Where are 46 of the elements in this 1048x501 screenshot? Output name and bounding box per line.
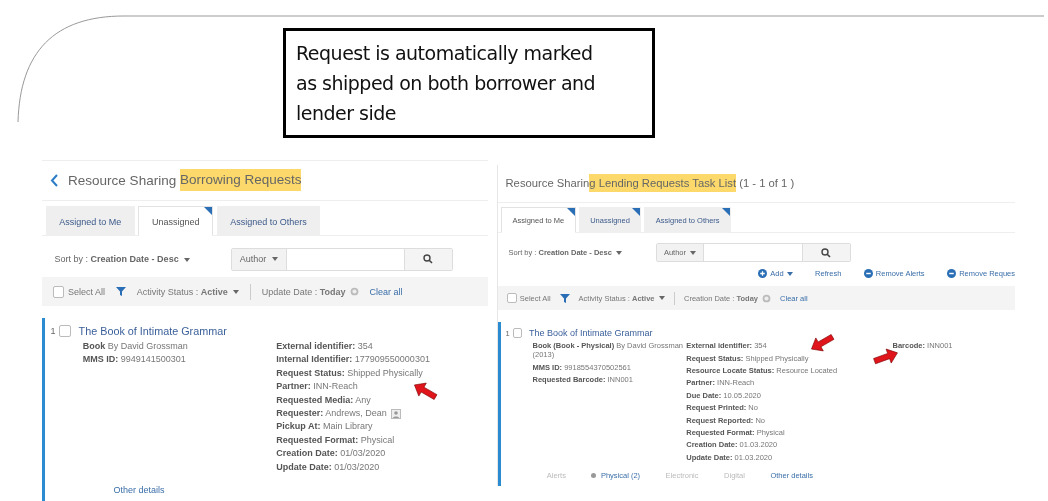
search-field[interactable]: Author — [230, 247, 453, 272]
caret-icon — [233, 289, 240, 294]
detail-field: Request Status: Shipped Physically — [276, 367, 423, 378]
search-icon — [423, 254, 434, 265]
sort-dropdown[interactable]: Sort by : Creation Date - Desc — [54, 254, 191, 265]
row-checkbox[interactable] — [59, 325, 71, 337]
detail-field: Update Date: 01/03/2020 — [276, 461, 380, 472]
row-number: 1 — [50, 326, 56, 336]
caret-icon — [690, 250, 697, 255]
detail-field: Requester: Andrews, Dean — [276, 408, 387, 418]
filter-chip[interactable]: Activity Status : Active — [136, 286, 240, 297]
callout-text: Request is automatically marked as shipped on both borrower and lender side — [283, 28, 655, 138]
plus-circle-icon — [758, 269, 768, 278]
clear-all-link[interactable]: Clear all — [369, 286, 403, 297]
minus-circle-icon — [947, 269, 957, 278]
filter-icon[interactable] — [115, 287, 126, 297]
tab[interactable]: Unassigned — [138, 206, 214, 236]
detail-field: External identifier: 354 — [276, 340, 373, 351]
caret-icon — [271, 257, 278, 262]
page-title: Resource Sharing Borrowing Requests — [68, 172, 302, 188]
caret-icon — [659, 296, 665, 301]
filter-icon[interactable] — [559, 293, 570, 303]
filter-chip[interactable]: Update Date : Today — [261, 286, 359, 297]
detail-field: Pickup At: Main Library — [276, 421, 373, 432]
row-checkbox[interactable] — [512, 328, 523, 339]
detail-field: MMS ID: 9949141500301 — [82, 354, 186, 365]
detail-field: Requested Format: Physical — [276, 434, 395, 445]
detail-field: Creation Date: 01/03/2020 — [276, 448, 386, 459]
tab[interactable]: Assigned to Others — [216, 206, 321, 236]
detail-field: Requested Media: Any — [276, 394, 371, 405]
search-button[interactable] — [403, 248, 452, 271]
back-icon[interactable] — [50, 173, 59, 187]
details-link[interactable]: Other details — [113, 485, 165, 496]
detail-field: Internal Identifier: 177909550000301 — [276, 354, 430, 365]
search-icon — [821, 247, 832, 258]
title-link[interactable]: The Book of Intimate Grammar — [529, 328, 653, 339]
detail-field: Partner: INN-Reach — [276, 381, 358, 392]
minus-circle-icon — [863, 269, 873, 278]
caret-icon — [616, 251, 623, 255]
search-button[interactable] — [801, 243, 850, 262]
person-icon[interactable] — [390, 408, 401, 419]
caret-icon — [184, 257, 191, 262]
detail-field: Book By David Grossman — [82, 340, 188, 351]
title-link[interactable]: The Book of Intimate Grammar — [78, 325, 227, 337]
select-all-checkbox[interactable]: Select All — [52, 285, 106, 298]
tab[interactable]: Assigned to Me — [45, 206, 135, 236]
